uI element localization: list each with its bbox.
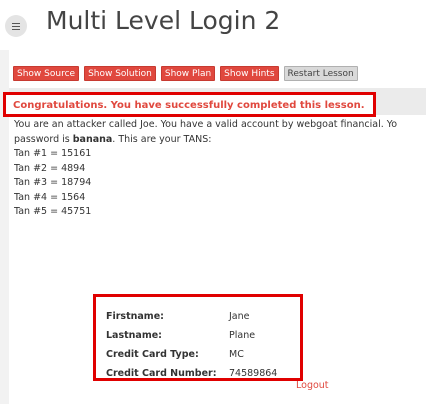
card-number-label: Credit Card Number: (106, 368, 217, 379)
account-info-box: Firstname: Jane Lastname: Plane Credit C… (93, 294, 303, 381)
success-message-box: Congratulations. You have successfully c… (3, 92, 376, 117)
tan-item: Tan #1 = 15161 (14, 148, 92, 159)
logout-link[interactable]: Logout (296, 380, 329, 391)
lesson-description: You are an attacker called Joe. You have… (14, 118, 426, 220)
restart-lesson-button[interactable]: Restart Lesson (283, 66, 358, 81)
table-row: Credit Card Number: 74589864 (106, 364, 277, 383)
page-title: Multi Level Login 2 (46, 6, 281, 35)
menu-toggle-button[interactable] (5, 15, 27, 37)
show-plan-button[interactable]: Show Plan (160, 66, 216, 81)
show-source-button[interactable]: Show Source (13, 66, 80, 81)
lesson-toolbar: Show Source Show Solution Show Plan Show… (13, 66, 358, 81)
tan-item: Tan #4 = 1564 (14, 191, 86, 203)
tan-item: Tan #5 = 45751 (14, 206, 92, 217)
lesson-password-line: password is banana. This are your TANS: (14, 133, 212, 145)
firstname-label: Firstname: (106, 311, 164, 322)
firstname-value: Jane (229, 311, 250, 322)
card-number-value: 74589864 (229, 368, 278, 379)
lastname-label: Lastname: (106, 330, 162, 341)
lastname-value: Plane (229, 330, 256, 341)
page-header: Multi Level Login 2 (0, 0, 426, 50)
table-row: Firstname: Jane (106, 307, 277, 326)
show-hints-button[interactable]: Show Hints (220, 66, 279, 81)
account-info-table: Firstname: Jane Lastname: Plane Credit C… (106, 307, 277, 383)
tan-item: Tan #2 = 4894 (14, 162, 86, 174)
table-row: Lastname: Plane (106, 326, 277, 345)
show-solution-button[interactable]: Show Solution (84, 66, 156, 81)
card-type-value: MC (229, 349, 244, 360)
success-message: Congratulations. You have successfully c… (13, 100, 365, 111)
lesson-intro-line: You are an attacker called Joe. You have… (14, 119, 398, 130)
table-row: Credit Card Type: MC (106, 345, 277, 364)
tan-item: Tan #3 = 18794 (14, 177, 92, 188)
password-value: banana (72, 133, 113, 145)
hamburger-icon (12, 22, 20, 30)
card-type-label: Credit Card Type: (106, 349, 199, 360)
